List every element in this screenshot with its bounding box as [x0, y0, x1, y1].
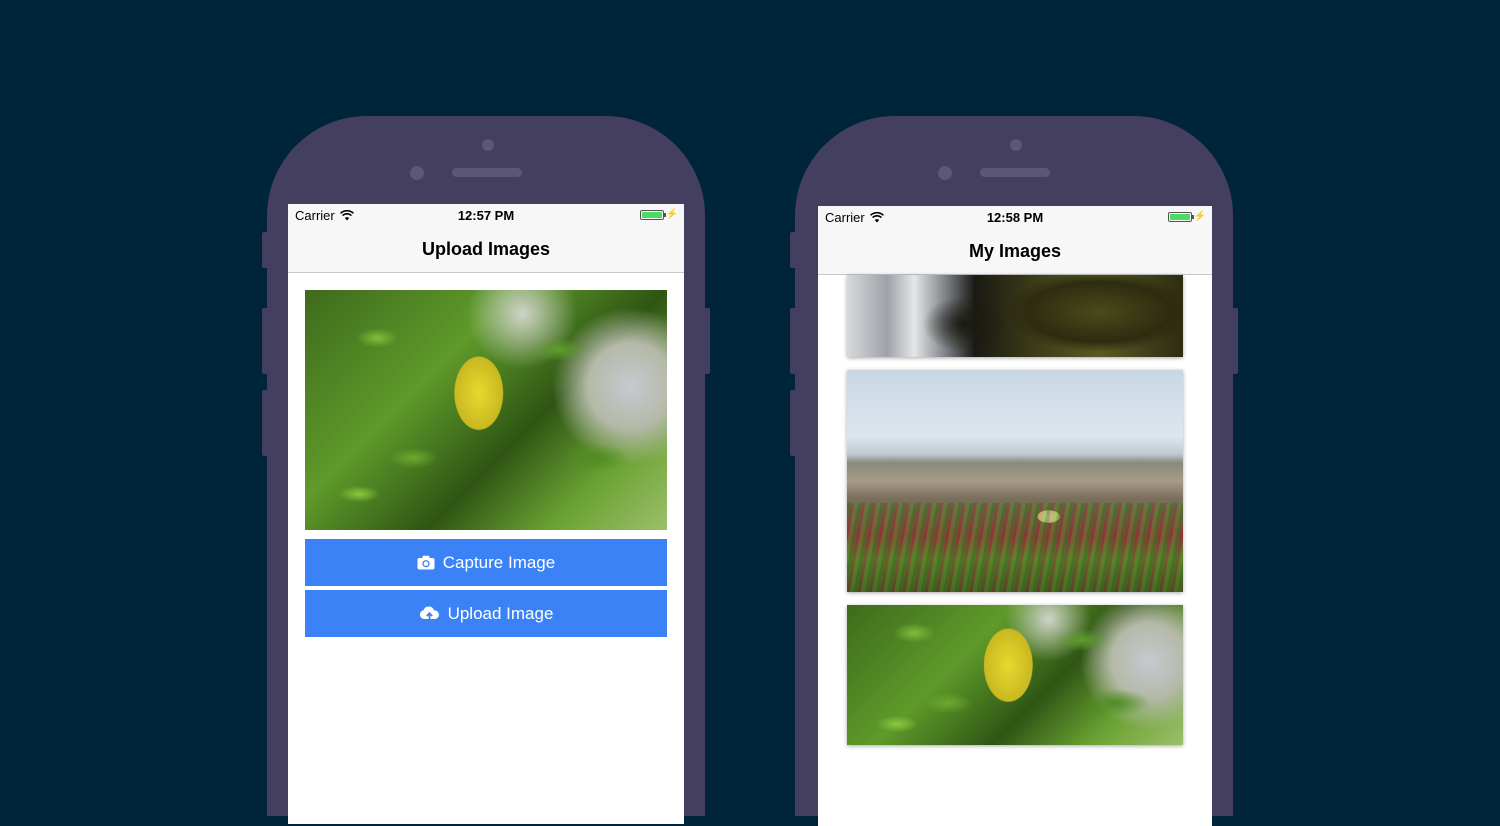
gallery-screen: Carrier 12:58 PM ⚡ My Images	[818, 206, 1212, 826]
capture-image-button[interactable]: Capture Image	[305, 539, 667, 586]
power-button	[1232, 308, 1238, 374]
phone-gallery: Carrier 12:58 PM ⚡ My Images	[790, 116, 1238, 826]
status-bar: Carrier 12:58 PM ⚡	[818, 206, 1212, 228]
preview-image	[305, 290, 667, 530]
mute-switch	[262, 232, 268, 268]
front-camera	[410, 166, 424, 180]
volume-down-button	[262, 390, 268, 456]
upload-content: Capture Image Upload Image	[288, 273, 684, 637]
volume-up-button	[262, 308, 268, 374]
gallery-image-waterfall	[847, 275, 1183, 357]
status-time: 12:58 PM	[986, 210, 1044, 225]
phone-upload: Carrier 12:57 PM ⚡ Upload Images Capture…	[262, 116, 710, 824]
volume-down-button	[790, 390, 796, 456]
volume-up-button	[790, 308, 796, 374]
earpiece-speaker	[452, 168, 522, 177]
status-time: 12:57 PM	[457, 208, 515, 223]
upload-image-button[interactable]: Upload Image	[305, 590, 667, 637]
nav-bar: My Images	[818, 228, 1212, 275]
battery-indicator: ⚡	[639, 209, 678, 220]
front-camera	[938, 166, 952, 180]
proximity-sensor	[1010, 139, 1022, 151]
battery-icon	[1167, 212, 1194, 222]
gallery-image-leaf	[847, 605, 1183, 745]
power-button	[704, 308, 710, 374]
gallery-image-flower	[847, 370, 1183, 592]
capture-button-label: Capture Image	[442, 552, 556, 572]
page-title: My Images	[968, 240, 1062, 261]
image-card[interactable]	[847, 370, 1183, 592]
battery-indicator: ⚡	[1167, 211, 1206, 222]
charging-bolt-icon: ⚡	[1193, 211, 1206, 222]
image-card[interactable]	[847, 605, 1183, 745]
upload-button-label: Upload Image	[447, 603, 554, 623]
proximity-sensor	[482, 139, 494, 151]
status-bar: Carrier 12:57 PM ⚡	[288, 204, 684, 226]
earpiece-speaker	[980, 168, 1050, 177]
image-list[interactable]	[818, 275, 1212, 745]
camera-icon	[417, 555, 435, 570]
page-title: Upload Images	[421, 238, 551, 259]
image-card[interactable]	[847, 275, 1183, 357]
mute-switch	[790, 232, 796, 268]
nav-bar: Upload Images	[288, 226, 684, 273]
cloud-upload-icon	[419, 606, 439, 621]
charging-bolt-icon: ⚡	[665, 209, 678, 220]
upload-screen: Carrier 12:57 PM ⚡ Upload Images Capture…	[288, 204, 684, 824]
battery-icon	[639, 210, 666, 220]
